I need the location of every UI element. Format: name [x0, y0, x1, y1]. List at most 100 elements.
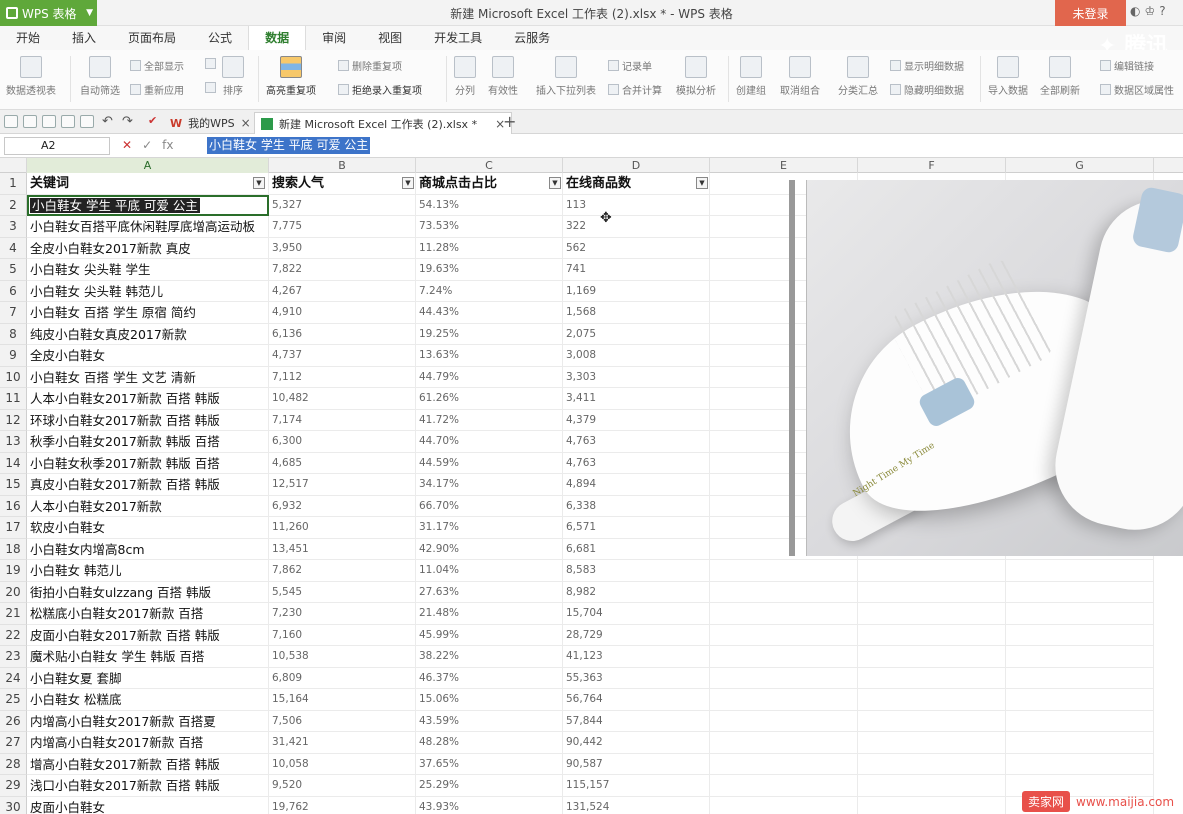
cell[interactable] — [858, 796, 1006, 814]
tab-data[interactable]: 数据 — [248, 26, 307, 50]
cell[interactable] — [1006, 753, 1154, 775]
cell[interactable] — [858, 732, 1006, 754]
search-popularity-cell[interactable]: 7,775 — [269, 216, 416, 238]
online-items-cell[interactable]: 562 — [563, 237, 710, 259]
row-header[interactable]: 14 — [0, 452, 27, 474]
click-ratio-cell[interactable]: 43.59% — [416, 710, 563, 732]
select-all-corner[interactable] — [0, 158, 27, 173]
cell[interactable] — [858, 624, 1006, 646]
click-ratio-cell[interactable]: 19.25% — [416, 323, 563, 345]
save-icon[interactable] — [23, 115, 37, 128]
click-ratio-cell[interactable]: 21.48% — [416, 603, 563, 625]
online-items-cell[interactable]: 41,123 — [563, 646, 710, 668]
keyword-cell[interactable]: 内增高小白鞋女2017新款 百搭 — [27, 732, 269, 754]
tab-view[interactable]: 视图 — [362, 26, 418, 50]
online-items-cell[interactable]: 55,363 — [563, 667, 710, 689]
cell[interactable] — [1006, 689, 1154, 711]
refresh-all-button[interactable]: 全部刷新 — [1040, 56, 1080, 97]
row-header[interactable]: 22 — [0, 624, 27, 646]
cell[interactable] — [710, 581, 858, 603]
cell[interactable] — [710, 710, 858, 732]
row-header[interactable]: 23 — [0, 646, 27, 668]
search-popularity-cell[interactable]: 10,482 — [269, 388, 416, 410]
cell[interactable] — [710, 603, 858, 625]
keyword-cell[interactable]: 小白鞋女内增高8cm — [27, 538, 269, 560]
click-ratio-cell[interactable]: 42.90% — [416, 538, 563, 560]
row-header[interactable]: 29 — [0, 775, 27, 797]
click-ratio-cell[interactable]: 37.65% — [416, 753, 563, 775]
online-items-cell[interactable]: 1,568 — [563, 302, 710, 324]
cell[interactable] — [1006, 603, 1154, 625]
click-ratio-cell[interactable]: 61.26% — [416, 388, 563, 410]
search-popularity-cell[interactable]: 4,685 — [269, 452, 416, 474]
cell[interactable] — [710, 624, 858, 646]
import-data-button[interactable]: 导入数据 — [988, 56, 1028, 97]
keyword-cell[interactable]: 小白鞋女秋季2017新款 韩版 百搭 — [27, 452, 269, 474]
show-detail-button[interactable]: 显示明细数据 — [890, 58, 964, 73]
undo-icon[interactable]: ↶ — [102, 114, 113, 129]
online-items-cell[interactable]: 115,157 — [563, 775, 710, 797]
filter-dropdown-icon[interactable]: ▼ — [253, 177, 265, 189]
keyword-cell[interactable]: 人本小白鞋女2017新款 — [27, 495, 269, 517]
tab-formulas[interactable]: 公式 — [192, 26, 248, 50]
row-header[interactable]: 15 — [0, 474, 27, 496]
online-items-cell[interactable]: 131,524 — [563, 796, 710, 814]
click-ratio-cell[interactable]: 44.79% — [416, 366, 563, 388]
search-popularity-cell[interactable]: 7,112 — [269, 366, 416, 388]
open-icon[interactable] — [4, 115, 18, 128]
online-items-cell[interactable]: 4,763 — [563, 452, 710, 474]
search-popularity-cell[interactable]: 9,520 — [269, 775, 416, 797]
online-items-cell[interactable]: 8,982 — [563, 581, 710, 603]
reapply-button[interactable]: 重新应用 — [130, 82, 184, 97]
row-header[interactable]: 2 — [0, 194, 27, 216]
row-header[interactable]: 20 — [0, 581, 27, 603]
customize-toolbar-icon[interactable]: ✔ — [148, 114, 157, 127]
login-button[interactable]: 未登录 — [1055, 0, 1126, 26]
new-tab-icon[interactable]: + — [503, 112, 516, 131]
keyword-cell[interactable]: 秋季小白鞋女2017新款 韩版 百搭 — [27, 431, 269, 453]
online-items-cell[interactable]: 15,704 — [563, 603, 710, 625]
search-popularity-cell[interactable]: 11,260 — [269, 517, 416, 539]
keyword-cell[interactable]: 小白鞋女 松糕底 — [27, 689, 269, 711]
skin-icon[interactable]: ◐ — [1130, 4, 1140, 18]
cell[interactable] — [710, 775, 858, 797]
cell[interactable] — [1006, 667, 1154, 689]
row-header[interactable]: 9 — [0, 345, 27, 367]
cell[interactable] — [858, 753, 1006, 775]
row-header[interactable]: 1 — [0, 173, 27, 195]
pivot-table-button[interactable]: 数据透视表 — [6, 56, 56, 97]
row-header[interactable]: 21 — [0, 603, 27, 625]
sort-asc-button[interactable] — [205, 58, 216, 69]
click-ratio-cell[interactable]: 44.70% — [416, 431, 563, 453]
search-popularity-cell[interactable]: 3,950 — [269, 237, 416, 259]
function-icon[interactable]: fx — [162, 138, 173, 152]
click-ratio-cell[interactable]: 45.99% — [416, 624, 563, 646]
click-ratio-cell[interactable]: 13.63% — [416, 345, 563, 367]
online-items-cell[interactable]: 2,075 — [563, 323, 710, 345]
header-online-items[interactable]: 在线商品数 ▼ — [563, 173, 710, 195]
row-header[interactable]: 30 — [0, 796, 27, 814]
highlight-duplicates-button[interactable]: 高亮重复项 — [266, 56, 316, 97]
search-popularity-cell[interactable]: 7,160 — [269, 624, 416, 646]
keyword-cell[interactable]: 纯皮小白鞋女真皮2017新款 — [27, 323, 269, 345]
column-header[interactable]: A — [27, 158, 269, 173]
tab-page-layout[interactable]: 页面布局 — [112, 26, 192, 50]
help-icon[interactable]: ? — [1159, 4, 1165, 18]
click-ratio-cell[interactable]: 38.22% — [416, 646, 563, 668]
cell[interactable] — [1006, 710, 1154, 732]
column-header[interactable]: C — [416, 158, 563, 173]
search-popularity-cell[interactable]: 5,545 — [269, 581, 416, 603]
row-header[interactable]: 3 — [0, 216, 27, 238]
search-popularity-cell[interactable]: 4,737 — [269, 345, 416, 367]
online-items-cell[interactable]: 8,583 — [563, 560, 710, 582]
row-header[interactable]: 17 — [0, 517, 27, 539]
cell[interactable] — [1006, 732, 1154, 754]
row-header[interactable]: 8 — [0, 323, 27, 345]
insert-dropdown-button[interactable]: 插入下拉列表 — [536, 56, 596, 97]
online-items-cell[interactable]: 28,729 — [563, 624, 710, 646]
click-ratio-cell[interactable]: 7.24% — [416, 280, 563, 302]
tab-insert[interactable]: 插入 — [56, 26, 112, 50]
redo-icon[interactable]: ↷ — [122, 114, 133, 129]
reject-duplicates-button[interactable]: 拒绝录入重复项 — [338, 82, 422, 97]
keyword-cell[interactable]: 皮面小白鞋女2017新款 百搭 韩版 — [27, 624, 269, 646]
